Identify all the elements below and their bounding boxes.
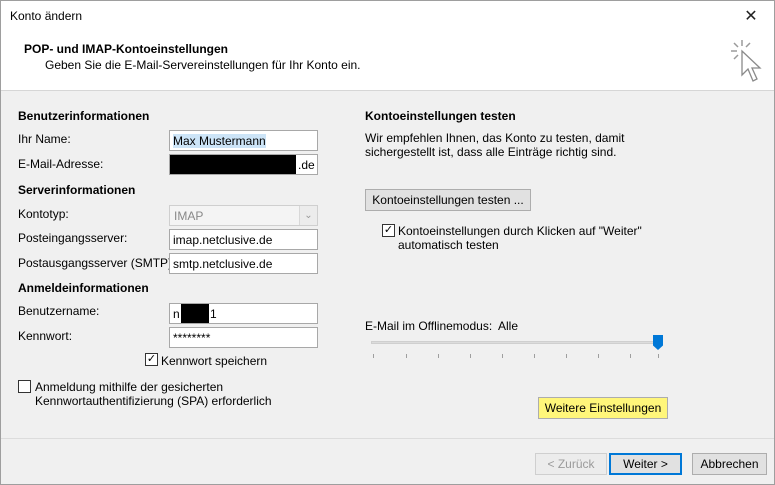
- email-suffix: .de: [298, 158, 315, 172]
- close-icon: ✕: [744, 8, 758, 25]
- dialog-header: POP- und IMAP-Kontoeinstellungen Geben S…: [1, 31, 774, 91]
- account-type-label: Kontotyp:: [18, 207, 69, 221]
- footer-divider: [1, 438, 774, 439]
- title-bar: Konto ändern ✕: [1, 1, 774, 31]
- outgoing-server-value: smtp.netclusive.de: [173, 257, 273, 271]
- slider-tick: [534, 354, 535, 358]
- slider-tick: [658, 354, 659, 358]
- header-title: POP- und IMAP-Kontoeinstellungen: [24, 42, 228, 56]
- more-settings-button[interactable]: Weitere Einstellungen: [538, 397, 668, 419]
- slider-tick: [566, 354, 567, 358]
- test-description-line1: Wir empfehlen Ihnen, das Konto zu testen…: [365, 131, 625, 145]
- incoming-server-label: Posteingangsserver:: [18, 231, 128, 245]
- password-value: ********: [173, 331, 211, 345]
- account-type-value: IMAP: [174, 209, 204, 223]
- name-field[interactable]: Max Mustermann: [169, 130, 318, 151]
- slider-tick: [373, 354, 374, 358]
- password-field[interactable]: ********: [169, 327, 318, 348]
- section-login-info: Anmeldeinformationen: [18, 281, 149, 295]
- dialog-window: Konto ändern ✕ POP- und IMAP-Kontoeinste…: [0, 0, 775, 485]
- spa-checkbox[interactable]: [18, 380, 31, 393]
- header-subtitle: Geben Sie die E-Mail-Servereinstellungen…: [45, 58, 361, 72]
- auto-test-checkbox[interactable]: ✓: [382, 224, 395, 237]
- incoming-server-value: imap.netclusive.de: [173, 233, 273, 247]
- close-button[interactable]: ✕: [728, 1, 774, 31]
- cancel-button[interactable]: Abbrechen: [692, 453, 767, 475]
- section-test-settings: Kontoeinstellungen testen: [365, 109, 516, 123]
- email-field[interactable]: .de: [169, 154, 318, 175]
- offline-mode-label: E-Mail im Offlinemodus:: [365, 319, 493, 333]
- spa-label-line2: Kennwortauthentifizierung (SPA) erforder…: [35, 394, 272, 408]
- section-server-info: Serverinformationen: [18, 183, 136, 197]
- slider-tick: [630, 354, 631, 358]
- username-suffix: 1: [210, 307, 217, 321]
- back-button[interactable]: < Zurück: [535, 453, 607, 475]
- spa-label-line1: Anmeldung mithilfe der gesicherten: [35, 380, 224, 394]
- slider-tick: [438, 354, 439, 358]
- username-label: Benutzername:: [18, 304, 100, 318]
- section-user-info: Benutzerinformationen: [18, 109, 150, 123]
- test-description-line2: sichergestellt ist, dass alle Einträge r…: [365, 145, 617, 159]
- auto-test-label-line1: Kontoeinstellungen durch Klicken auf "We…: [398, 224, 642, 238]
- save-password-checkbox[interactable]: ✓: [145, 353, 158, 366]
- save-password-label: Kennwort speichern: [161, 354, 268, 368]
- account-type-select: IMAP ⌄: [169, 205, 318, 226]
- test-settings-button[interactable]: Kontoeinstellungen testen ...: [365, 189, 531, 211]
- username-prefix: n: [173, 307, 180, 321]
- outgoing-server-field[interactable]: smtp.netclusive.de: [169, 253, 318, 274]
- auto-test-label-line2: automatisch testen: [398, 238, 499, 252]
- chevron-down-icon: ⌄: [299, 206, 317, 225]
- slider-tick: [502, 354, 503, 358]
- window-title: Konto ändern: [10, 9, 83, 23]
- email-label: E-Mail-Adresse:: [18, 157, 104, 171]
- offline-slider-track[interactable]: [371, 341, 661, 344]
- offline-slider-thumb[interactable]: [653, 335, 663, 350]
- incoming-server-field[interactable]: imap.netclusive.de: [169, 229, 318, 250]
- name-value: Max Mustermann: [173, 134, 266, 148]
- username-field[interactable]: n 1: [169, 303, 318, 324]
- offline-mode-value: Alle: [498, 319, 519, 333]
- slider-tick: [470, 354, 471, 358]
- name-label: Ihr Name:: [18, 132, 71, 146]
- email-redaction: [170, 155, 296, 174]
- outgoing-server-label: Postausgangsserver (SMTP):: [18, 256, 176, 270]
- username-redaction: [181, 304, 209, 323]
- password-label: Kennwort:: [18, 329, 73, 343]
- next-button[interactable]: Weiter >: [609, 453, 682, 475]
- cursor-click-icon: [731, 40, 762, 82]
- slider-tick: [598, 354, 599, 358]
- slider-tick: [406, 354, 407, 358]
